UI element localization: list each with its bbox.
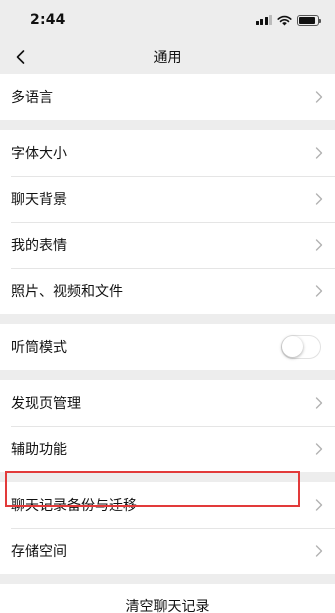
chevron-right-icon bbox=[315, 499, 323, 511]
settings-item-discover-management[interactable]: 发现页管理 bbox=[0, 380, 335, 426]
chevron-right-icon bbox=[315, 397, 323, 409]
settings-item-label: 我的表情 bbox=[11, 238, 67, 254]
settings-item-label: 辅助功能 bbox=[11, 442, 67, 458]
page-title: 通用 bbox=[153, 50, 182, 66]
settings-item-font-size[interactable]: 字体大小 bbox=[0, 130, 335, 176]
settings-item-label: 多语言 bbox=[11, 90, 53, 106]
settings-item-accessibility[interactable]: 辅助功能 bbox=[0, 426, 335, 472]
settings-item-language[interactable]: 多语言 bbox=[0, 74, 335, 120]
settings-item-label: 发现页管理 bbox=[11, 396, 81, 412]
toggle-knob bbox=[282, 336, 303, 357]
battery-icon bbox=[297, 14, 321, 26]
status-icons bbox=[255, 14, 321, 26]
wifi-icon bbox=[277, 15, 292, 25]
status-bar: 2:44 bbox=[0, 0, 335, 40]
settings-item-earpiece-mode: 听筒模式 bbox=[0, 324, 335, 370]
settings-group-language: 多语言 bbox=[0, 74, 335, 120]
settings-item-label: 听筒模式 bbox=[11, 340, 67, 356]
settings-item-label: 聊天记录备份与迁移 bbox=[11, 498, 137, 514]
chevron-right-icon bbox=[315, 545, 323, 557]
settings-item-label: 存储空间 bbox=[11, 544, 67, 560]
clear-chat-history-button[interactable]: 清空聊天记录 bbox=[0, 584, 335, 613]
settings-group-chat-display: 字体大小 聊天背景 我的表情 照片、视频和文件 bbox=[0, 130, 335, 314]
status-time: 2:44 bbox=[30, 12, 66, 28]
settings-group-storage: 聊天记录备份与迁移 存储空间 bbox=[0, 482, 335, 574]
chevron-right-icon bbox=[315, 285, 323, 297]
cellular-signal-icon bbox=[255, 15, 272, 25]
navigation-bar: 通用 bbox=[0, 40, 335, 74]
settings-item-label: 字体大小 bbox=[11, 146, 67, 162]
settings-item-photos-videos-files[interactable]: 照片、视频和文件 bbox=[0, 268, 335, 314]
chevron-right-icon bbox=[315, 443, 323, 455]
chevron-right-icon bbox=[315, 91, 323, 103]
settings-item-my-stickers[interactable]: 我的表情 bbox=[0, 222, 335, 268]
chevron-right-icon bbox=[315, 193, 323, 205]
settings-group-discover: 发现页管理 辅助功能 bbox=[0, 380, 335, 472]
settings-item-chat-background[interactable]: 聊天背景 bbox=[0, 176, 335, 222]
battery-level bbox=[299, 16, 316, 24]
clear-chat-history-label: 清空聊天记录 bbox=[125, 599, 210, 613]
settings-item-label: 聊天背景 bbox=[11, 192, 67, 208]
chevron-left-icon[interactable] bbox=[12, 48, 30, 66]
earpiece-mode-toggle[interactable] bbox=[281, 335, 321, 359]
chevron-right-icon bbox=[315, 147, 323, 159]
settings-item-storage[interactable]: 存储空间 bbox=[0, 528, 335, 574]
settings-group-earpiece: 听筒模式 bbox=[0, 324, 335, 370]
settings-item-chat-backup-migration[interactable]: 聊天记录备份与迁移 bbox=[0, 482, 335, 528]
settings-item-label: 照片、视频和文件 bbox=[11, 284, 123, 300]
chevron-right-icon bbox=[315, 239, 323, 251]
